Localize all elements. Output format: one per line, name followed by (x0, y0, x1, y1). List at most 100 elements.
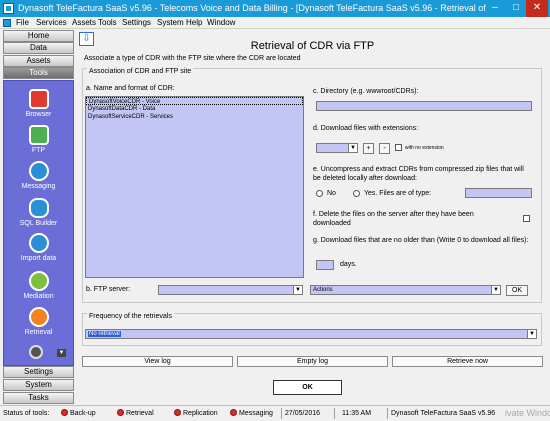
sql-builder-icon (28, 198, 49, 218)
chevron-down-icon: ▼ (527, 330, 536, 338)
menu-system[interactable]: System (157, 18, 184, 27)
app-menu-icon[interactable] (3, 19, 11, 27)
power-icon[interactable] (29, 345, 43, 359)
tool-label: Messaging (21, 183, 56, 190)
sidebar-section-tasks[interactable]: Tasks (3, 392, 74, 404)
ftp-server-label: b. FTP server: (86, 286, 131, 293)
extension-select[interactable]: ▼ (316, 143, 358, 153)
no-extension-label: with no extension (405, 145, 444, 151)
days-input[interactable] (316, 260, 334, 270)
actions-ok-button[interactable]: OK (506, 285, 528, 296)
status-bar: Status of tools: Back-up Retrieval Repli… (0, 405, 550, 421)
cdr-list[interactable]: DynasoftVoiceCDR - Voice DynasoftDataCDR… (85, 96, 304, 278)
file-type-input[interactable] (465, 188, 532, 198)
tool-sql-builder[interactable]: SQL Builder (4, 198, 73, 227)
menu-settings[interactable]: Settings (122, 18, 151, 27)
title-bar: Dynasoft TeleFactura SaaS v5.96 - Teleco… (0, 0, 550, 17)
activation-watermark: ivate Windo (505, 408, 550, 418)
actions-value: Actions (313, 287, 333, 293)
tool-import-data[interactable]: Import data (4, 233, 73, 262)
tool-label: Browser (25, 111, 52, 118)
tool-messaging[interactable]: Messaging (4, 161, 73, 190)
association-legend: Association of CDR and FTP site (87, 68, 194, 75)
window-title: Dynasoft TeleFactura SaaS v5.96 - Teleco… (18, 3, 488, 13)
frequency-legend: Frequency of the retrievals (87, 313, 174, 320)
messaging-icon (28, 161, 49, 181)
tools-panel: Browser FTP Messaging SQL Builder Import… (3, 80, 74, 366)
status-messaging: Messaging (230, 408, 273, 419)
frequency-select[interactable]: No retrieval ▼ (85, 329, 537, 339)
retrieve-now-button[interactable]: Retrieve now (392, 356, 543, 367)
status-tools-label: Status of tools: (3, 410, 50, 417)
maximize-button[interactable]: □ (505, 0, 527, 17)
no-extension-checkbox[interactable] (395, 144, 402, 151)
frequency-group: Frequency of the retrievals No retrieval… (82, 313, 542, 346)
status-app-name: Dynasoft TeleFactura SaaS v5.96 (391, 410, 496, 417)
actions-select[interactable]: Actions ▼ (310, 285, 501, 295)
uncompress-label: e. Uncompress and extract CDRs from comp… (313, 166, 524, 182)
extensions-label: d. Download files with extensions: (313, 125, 419, 132)
directory-label: c. Directory (e.g. wwwroot/CDRs): (313, 88, 419, 95)
tool-label: Import data (20, 255, 57, 262)
menu-window[interactable]: Window (207, 18, 235, 27)
view-log-button[interactable]: View log (82, 356, 233, 367)
status-retrieval-label: Retrieval (126, 410, 154, 417)
tool-label: Retrieval (24, 329, 53, 336)
uncompress-no-radio[interactable] (316, 190, 323, 197)
frequency-value: No retrieval (88, 331, 121, 337)
import-data-icon (28, 233, 49, 253)
menu-help[interactable]: Help (186, 18, 202, 27)
close-button[interactable]: ✕ (526, 0, 548, 17)
status-replication: Replication (174, 408, 218, 419)
chevron-down-icon: ▼ (293, 286, 302, 294)
sidebar-section-tools[interactable]: Tools (3, 67, 74, 79)
uncompress-yes-radio[interactable] (353, 190, 360, 197)
tool-ftp[interactable]: FTP (4, 125, 73, 154)
cdr-label: a. Name and format of CDR: (86, 85, 175, 92)
status-backup: Back-up (61, 408, 96, 419)
status-divider (281, 408, 282, 419)
status-time: 11:35 AM (342, 410, 372, 417)
status-retrieval: Retrieval (117, 408, 154, 419)
sidebar-dropdown-icon[interactable]: ▼ (57, 349, 66, 357)
ftp-server-select[interactable]: ▼ (158, 285, 303, 295)
app-icon (3, 3, 14, 14)
sidebar: Home Data Assets Tools Browser FTP Messa… (3, 30, 74, 405)
minimize-button[interactable]: – (484, 0, 506, 17)
page-title: Retrieval of CDR via FTP (250, 40, 375, 52)
empty-log-button[interactable]: Empty log (237, 356, 388, 367)
delete-files-checkbox[interactable] (523, 215, 530, 222)
menu-tools[interactable]: Tools (98, 18, 117, 27)
tool-label: SQL Builder (19, 220, 58, 227)
menu-assets[interactable]: Assets (72, 18, 96, 27)
chevron-down-icon: ▼ (348, 144, 357, 152)
chevron-down-icon: ▼ (491, 286, 500, 294)
sidebar-section-assets[interactable]: Assets (3, 55, 74, 67)
older-than-label: g. Download files that are no older than… (313, 237, 529, 244)
menu-services[interactable]: Services (36, 18, 67, 27)
list-item[interactable]: DynasoftDataCDR - Data (86, 105, 303, 113)
status-divider (387, 408, 388, 419)
tool-retrieval[interactable]: Retrieval (4, 307, 73, 336)
page-description: Associate a type of CDR with the FTP sit… (84, 55, 301, 62)
directory-input[interactable] (316, 101, 532, 111)
add-extension-button[interactable]: + (363, 143, 374, 154)
ok-button[interactable]: OK (273, 380, 342, 395)
remove-extension-button[interactable]: - (379, 143, 390, 154)
sidebar-section-system[interactable]: System (3, 379, 74, 391)
status-messaging-label: Messaging (239, 410, 273, 417)
tool-browser[interactable]: Browser (4, 89, 73, 118)
status-dot-icon (61, 409, 68, 416)
list-item[interactable]: DynasoftVoiceCDR - Voice (86, 97, 303, 105)
list-item[interactable]: DynasoftServiceCDR - Services (86, 113, 303, 121)
status-backup-label: Back-up (70, 410, 96, 417)
tool-mediation[interactable]: Mediation (4, 271, 73, 300)
tool-label: FTP (31, 147, 46, 154)
menu-file[interactable]: File (16, 18, 29, 27)
browser-icon (28, 89, 49, 109)
sidebar-section-data[interactable]: Data (3, 42, 74, 54)
association-group: Association of CDR and FTP site a. Name … (82, 68, 542, 303)
sidebar-section-settings[interactable]: Settings (3, 366, 74, 378)
sidebar-section-home[interactable]: Home (3, 30, 74, 42)
ftp-icon (28, 125, 49, 145)
